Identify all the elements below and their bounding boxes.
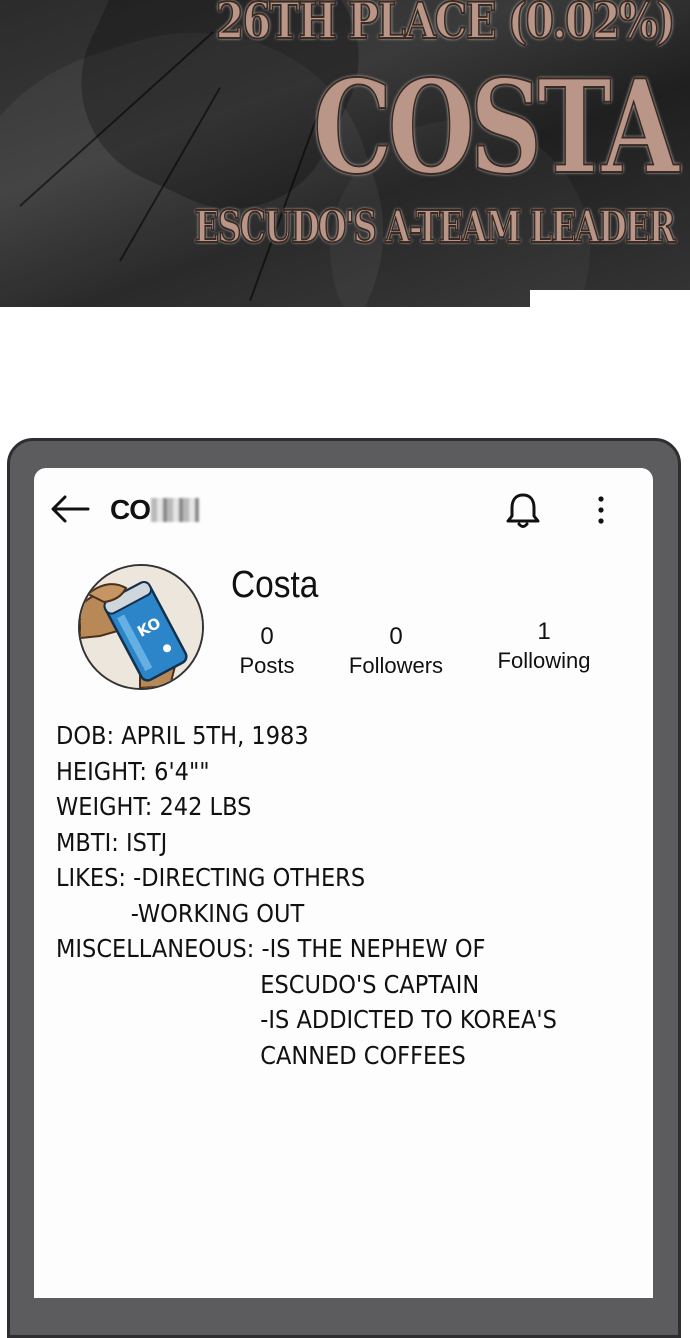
username-censor	[151, 498, 199, 522]
followers-stat[interactable]: 0 Followers	[336, 623, 456, 681]
followers-count: 0	[389, 623, 403, 650]
banner-corner	[530, 290, 690, 307]
character-role: ESCUDO'S A-TEAM LEADER	[194, 202, 677, 253]
bio-line-misc: MISCELLANEOUS: -IS THE NEPHEW OF	[56, 934, 486, 963]
character-banner: 26TH PLACE (0.02%) COSTA ESCUDO'S A-TEAM…	[0, 0, 690, 307]
following-count: 1	[537, 618, 551, 645]
arrow-left-icon	[51, 495, 90, 523]
posts-label: Posts	[239, 653, 295, 678]
following-stat[interactable]: 1 Following	[484, 618, 604, 676]
posts-count: 0	[260, 623, 274, 650]
back-button[interactable]	[50, 494, 90, 524]
profile-display-name: Costa	[231, 564, 319, 606]
rank-title: 26TH PLACE (0.02%)	[215, 0, 677, 50]
bio-line-likes: LIKES: -DIRECTING OTHERS	[56, 863, 366, 892]
bio-line-mbti: MBTI: ISTJ	[56, 827, 168, 857]
bio-line-likes-2: -WORKING OUT	[130, 898, 305, 928]
bio-line-dob: DOB: APRIL 5TH, 1983	[56, 721, 309, 750]
bio-line-misc-4: CANNED COFFEES	[260, 1040, 466, 1070]
notifications-button[interactable]	[504, 490, 542, 530]
profile-username: CO	[110, 494, 199, 526]
bio-line-weight: WEIGHT: 242 LBS	[56, 792, 252, 821]
profile-screen: CO KO Costa 0 Posts 0 Followers 1 Follow…	[34, 468, 653, 1298]
coffee-can-icon: KO	[80, 566, 202, 688]
more-options-button[interactable]	[594, 494, 608, 528]
followers-label: Followers	[348, 653, 444, 678]
posts-stat[interactable]: 0 Posts	[207, 623, 327, 681]
profile-avatar[interactable]: KO	[78, 564, 204, 690]
bio-line-misc-3: -IS ADDICTED TO KOREA'S	[260, 1005, 557, 1034]
profile-top-bar: CO	[34, 468, 653, 558]
username-text: CO	[110, 494, 151, 525]
bio-line-misc-2: ESCUDO'S CAPTAIN	[260, 969, 480, 999]
more-vertical-icon	[598, 496, 604, 524]
bell-icon	[506, 493, 540, 528]
following-label: Following	[497, 648, 591, 673]
profile-bio: DOB: APRIL 5TH, 1983 HEIGHT: 6'4"" WEIGH…	[56, 718, 578, 1073]
character-name: COSTA	[312, 53, 680, 203]
bio-line-height: HEIGHT: 6'4""	[56, 756, 210, 786]
